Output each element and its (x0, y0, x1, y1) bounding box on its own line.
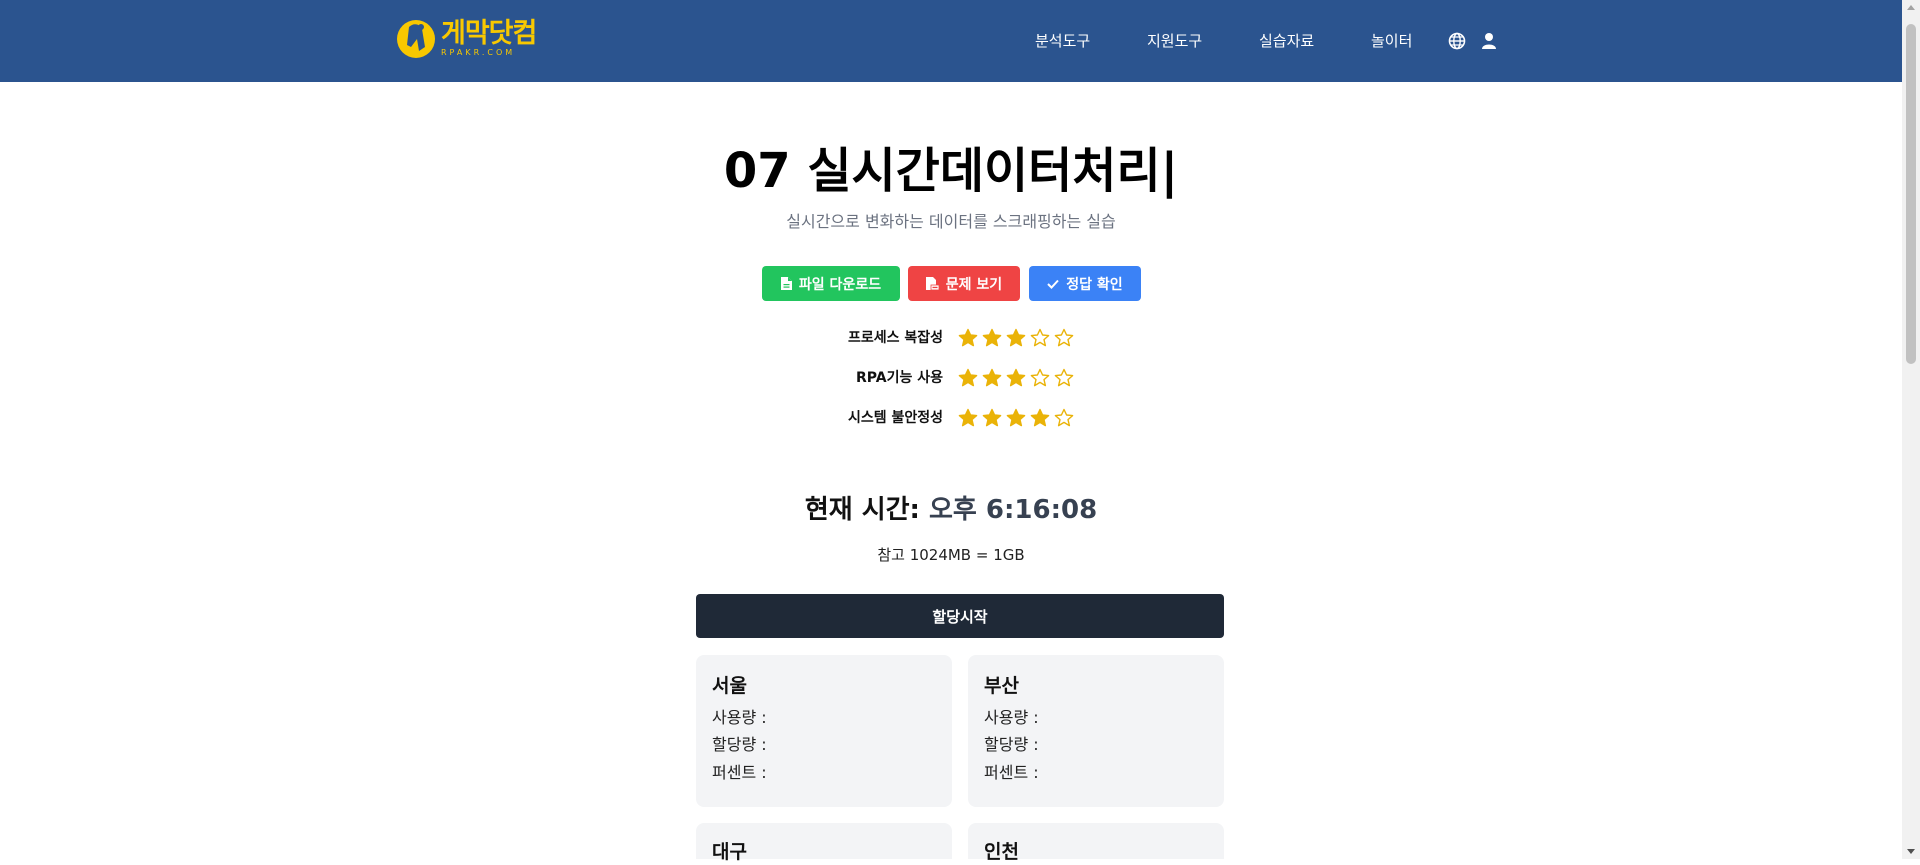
page-subtitle: 실시간으로 변화하는 데이터를 스크래핑하는 실습 (786, 212, 1116, 231)
percent-label: 퍼센트 : (984, 763, 1039, 782)
check-icon (1047, 279, 1060, 289)
page-scrollbar[interactable] (1902, 0, 1920, 859)
current-time: 현재 시간: 오후 6:16:08 (0, 492, 1902, 528)
allocation-label: 할당량 : (712, 735, 767, 754)
rating-stars-rpa-usage (958, 368, 1074, 388)
star-filled-icon (982, 368, 1002, 387)
star-filled-icon (958, 408, 978, 427)
file-pdf-icon (925, 277, 939, 290)
rating-stars-instability (958, 408, 1074, 428)
star-filled-icon (1006, 328, 1026, 347)
star-filled-icon (1006, 368, 1026, 387)
star-empty-icon (1030, 368, 1050, 387)
scroll-down-arrow-icon[interactable] (1907, 849, 1915, 854)
view-problem-label: 문제 보기 (945, 276, 1003, 293)
region-card-incheon: 인천 (968, 823, 1224, 863)
rating-stars-complexity (958, 328, 1074, 348)
unit-note: 참고 1024MB = 1GB (877, 546, 1025, 564)
current-time-value: 오후 6:16:08 (929, 495, 1098, 525)
view-problem-button[interactable]: 문제 보기 (908, 266, 1020, 301)
star-filled-icon (958, 368, 978, 387)
star-filled-icon (982, 328, 1002, 347)
star-empty-icon (1054, 368, 1074, 387)
file-download-button[interactable]: 파일 다운로드 (762, 266, 900, 301)
nav-item-playground[interactable]: 놀이터 (1371, 31, 1412, 51)
percent-label: 퍼센트 : (712, 763, 767, 782)
region-name: 서울 (712, 675, 747, 697)
check-answer-button[interactable]: 정답 확인 (1029, 266, 1141, 301)
star-filled-icon (958, 328, 978, 347)
region-card-seoul: 서울 사용량 : 할당량 : 퍼센트 : (696, 655, 952, 807)
usage-label: 사용량 : (984, 708, 1039, 727)
star-empty-icon (1030, 328, 1050, 347)
logo-subtext: RPAKR.COM (441, 47, 516, 57)
file-icon (780, 277, 792, 290)
rating-label-complexity: 프로세스 복잡성 (847, 330, 943, 346)
start-allocation-button[interactable]: 할당시작 (696, 594, 1224, 638)
page-title: 07 실시간데이터처리| (723, 143, 1179, 199)
nav-item-practice[interactable]: 실습자료 (1259, 31, 1314, 51)
star-filled-icon (1006, 408, 1026, 427)
star-empty-icon (1054, 408, 1074, 427)
region-card-daegu: 대구 (696, 823, 952, 863)
nav-item-support[interactable]: 지원도구 (1147, 31, 1202, 51)
top-navbar: 게막닷컴 RPAKR.COM 분석도구 지원도구 실습자료 놀이터 (0, 0, 1902, 82)
region-name: 대구 (712, 841, 747, 863)
usage-label: 사용량 : (712, 708, 767, 727)
globe-icon[interactable] (1447, 31, 1467, 51)
user-icon[interactable] (1479, 31, 1499, 51)
star-filled-icon (1030, 408, 1050, 427)
current-time-label: 현재 시간: (804, 495, 920, 525)
logo-icon (397, 20, 435, 58)
rating-label-instability: 시스템 불안정성 (847, 410, 943, 426)
scroll-thumb[interactable] (1906, 24, 1916, 364)
rating-label-rpa-usage: RPA기능 사용 (856, 370, 943, 386)
logo-text: 게막닷컴 (441, 17, 537, 49)
region-name: 인천 (984, 841, 1019, 863)
region-card-busan: 부산 사용량 : 할당량 : 퍼센트 : (968, 655, 1224, 807)
allocation-label: 할당량 : (984, 735, 1039, 754)
star-filled-icon (982, 408, 1002, 427)
check-answer-label: 정답 확인 (1066, 276, 1123, 293)
scroll-up-arrow-icon[interactable] (1907, 5, 1915, 10)
region-name: 부산 (984, 675, 1019, 697)
nav-item-analysis[interactable]: 분석도구 (1035, 31, 1090, 51)
file-download-label: 파일 다운로드 (798, 276, 882, 293)
star-empty-icon (1054, 328, 1074, 347)
site-logo[interactable]: 게막닷컴 RPAKR.COM (395, 16, 537, 60)
